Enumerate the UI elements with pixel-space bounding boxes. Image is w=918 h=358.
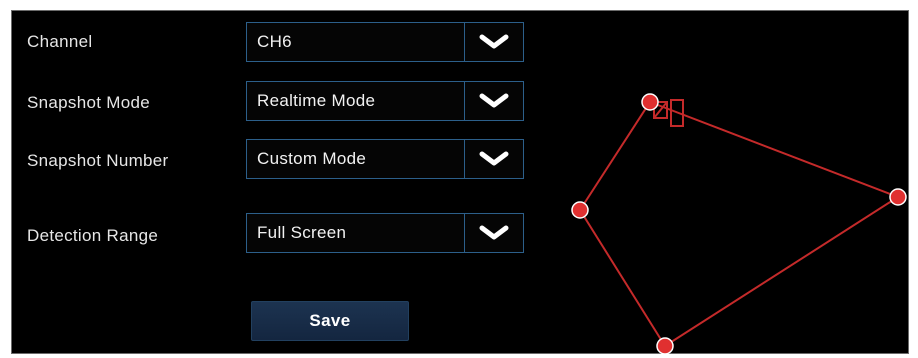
detection-range-select[interactable]: Full Screen — [246, 213, 524, 253]
region-handle-left[interactable] — [571, 201, 589, 219]
detection-range-value: Full Screen — [257, 223, 347, 242]
save-button[interactable]: Save — [251, 301, 409, 341]
snapshot-mode-select[interactable]: Realtime Mode — [246, 81, 524, 121]
chevron-down-icon[interactable] — [465, 214, 523, 252]
chevron-down-icon[interactable] — [465, 140, 523, 178]
channel-label: Channel — [27, 32, 93, 51]
chevron-down-icon[interactable] — [465, 23, 523, 61]
region-handle-right[interactable] — [889, 188, 907, 206]
channel-select[interactable]: CH6 — [246, 22, 524, 62]
channel-value: CH6 — [257, 32, 292, 51]
settings-panel: Channel CH6 Snapshot Mode Realtime Mode … — [11, 10, 909, 354]
detection-range-label: Detection Range — [27, 226, 159, 245]
snapshot-mode-label: Snapshot Mode — [27, 93, 150, 112]
snapshot-number-label: Snapshot Number — [27, 151, 169, 170]
chevron-down-icon[interactable] — [465, 82, 523, 120]
region-handle-bottom[interactable] — [656, 337, 674, 355]
snapshot-mode-value: Realtime Mode — [257, 91, 376, 110]
snapshot-number-select[interactable]: Custom Mode — [246, 139, 524, 179]
snapshot-number-value: Custom Mode — [257, 149, 367, 168]
region-handle-top[interactable] — [641, 93, 659, 111]
